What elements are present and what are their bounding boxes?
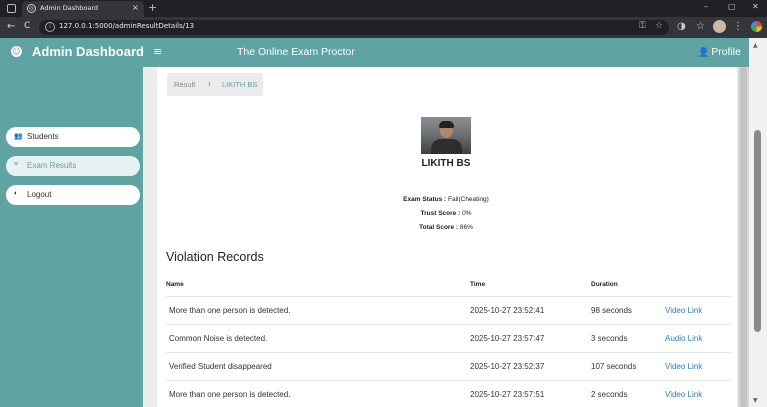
sidebar: 👥 Students ≡ Exam Results ◐ Logout: [0, 67, 143, 407]
profile-label: Profile: [711, 46, 741, 58]
violation-time: 2025-10-27 23:52:37: [470, 362, 545, 371]
profile-link[interactable]: 👤 Profile: [698, 46, 741, 58]
page-scrollbar-thumb[interactable]: [754, 130, 761, 332]
reload-button[interactable]: C: [24, 21, 30, 31]
star-icon[interactable]: ☆: [655, 21, 663, 31]
table-row: More than one person is detected. 2025-1…: [166, 296, 731, 324]
violation-time: 2025-10-27 23:57:51: [470, 390, 545, 399]
breadcrumb: Result › LIKITH BS: [167, 73, 263, 96]
content-scrollbar-thumb[interactable]: [740, 67, 747, 407]
browser-toolbar: ← C i 127.0.0.1:5000/adminResultDetails/…: [0, 17, 767, 38]
minimize-button[interactable]: –: [704, 2, 708, 11]
brand-title[interactable]: Admin Dashboard: [32, 44, 144, 59]
user-icon: 👤: [698, 47, 710, 57]
violation-duration: 3 seconds: [591, 334, 628, 343]
app-header: ☺ Admin Dashboard ≡ The Online Exam Proc…: [0, 38, 749, 67]
video-link[interactable]: Video Link: [665, 390, 702, 399]
smiley-icon: ☺: [11, 46, 22, 57]
bookmarks-icon[interactable]: ☆: [696, 21, 705, 32]
violation-name: Verified Student disappeared: [169, 362, 272, 371]
browser-menu-icon[interactable]: ⋮: [733, 21, 743, 32]
list-icon: ≡: [14, 161, 19, 168]
breadcrumb-separator: ›: [208, 79, 211, 88]
logout-icon: ◐: [14, 190, 19, 197]
profile-avatar[interactable]: [713, 20, 726, 33]
page-scrollbar[interactable]: ▲ ▼: [749, 38, 767, 407]
exam-status-value: Fail(Cheating): [447, 196, 489, 203]
violation-duration: 98 seconds: [591, 306, 632, 315]
sidebar-item-exam-results[interactable]: ≡ Exam Results: [6, 156, 140, 176]
breadcrumb-current: LIKITH BS: [222, 80, 258, 89]
menu-toggle-icon[interactable]: ≡: [153, 45, 162, 58]
tab-close-icon[interactable]: ×: [132, 3, 139, 12]
column-header-time: Time: [470, 281, 486, 288]
sidebar-item-label: Exam Results: [27, 161, 77, 170]
new-tab-button[interactable]: +: [148, 1, 157, 14]
sidebar-item-label: Students: [27, 132, 59, 141]
close-window-button[interactable]: ✕: [752, 2, 759, 11]
tab-title: Admin Dashboard: [40, 4, 99, 12]
browser-tab[interactable]: ◎ Admin Dashboard ×: [22, 1, 144, 17]
column-header-name: Name: [166, 281, 184, 288]
back-button[interactable]: ←: [7, 21, 15, 32]
info-icon[interactable]: i: [45, 22, 55, 32]
violation-duration: 107 seconds: [591, 362, 637, 371]
table-row: Common Noise is detected. 2025-10-27 23:…: [166, 324, 731, 352]
main-content: Result › LIKITH BS LIKITH BS Exam Status…: [143, 67, 749, 407]
extensions-icon[interactable]: ◑: [677, 21, 686, 32]
student-name: LIKITH BS: [421, 158, 471, 169]
violation-name: Common Noise is detected.: [169, 334, 268, 343]
violation-time: 2025-10-27 23:57:47: [470, 334, 545, 343]
audio-link[interactable]: Audio Link: [665, 334, 702, 343]
sidebar-item-logout[interactable]: ◐ Logout: [6, 185, 140, 205]
table-row: Verified Student disappeared 2025-10-27 …: [166, 352, 731, 380]
browser-tab-strip: ◎ Admin Dashboard × + – ▢ ✕: [0, 0, 767, 17]
breadcrumb-result-link[interactable]: Result: [174, 80, 195, 89]
maximize-button[interactable]: ▢: [728, 2, 736, 11]
trust-score-value: 0%: [462, 210, 472, 217]
violation-time: 2025-10-27 23:52:41: [470, 306, 545, 315]
violation-name: More than one person is detected.: [169, 306, 291, 315]
violation-name: More than one person is detected.: [169, 390, 291, 399]
video-link[interactable]: Video Link: [665, 306, 702, 315]
app-title: The Online Exam Proctor: [237, 46, 355, 58]
total-score-value: 86%: [459, 224, 473, 231]
video-link[interactable]: Video Link: [665, 362, 702, 371]
content-scrollbar[interactable]: [738, 67, 749, 407]
table-row: More than one person is detected. 2025-1…: [166, 380, 731, 407]
total-score: Total Score : 86%: [419, 224, 473, 231]
globe-icon: ◎: [27, 4, 36, 13]
trust-score: Trust Score : 0%: [420, 210, 472, 217]
window-menu-icon[interactable]: [7, 4, 16, 13]
users-icon: 👥: [14, 133, 23, 140]
sidebar-item-label: Logout: [27, 190, 52, 199]
extension-badge-icon[interactable]: [751, 21, 762, 32]
student-photo: [421, 117, 471, 154]
key-icon[interactable]: ⚿: [639, 21, 646, 31]
scroll-down-icon[interactable]: ▼: [753, 397, 758, 404]
url-text[interactable]: 127.0.0.1:5000/adminResultDetails/13: [59, 22, 194, 30]
column-header-duration: Duration: [591, 281, 618, 288]
result-panel: Result › LIKITH BS LIKITH BS Exam Status…: [157, 67, 737, 407]
scroll-up-icon[interactable]: ▲: [753, 42, 758, 49]
violation-records-title: Violation Records: [166, 250, 264, 264]
address-bar[interactable]: i 127.0.0.1:5000/adminResultDetails/13 ⚿…: [39, 20, 669, 35]
exam-status: Exam Status : Fail(Cheating): [403, 196, 489, 203]
violation-duration: 2 seconds: [591, 390, 628, 399]
sidebar-item-students[interactable]: 👥 Students: [6, 127, 140, 147]
